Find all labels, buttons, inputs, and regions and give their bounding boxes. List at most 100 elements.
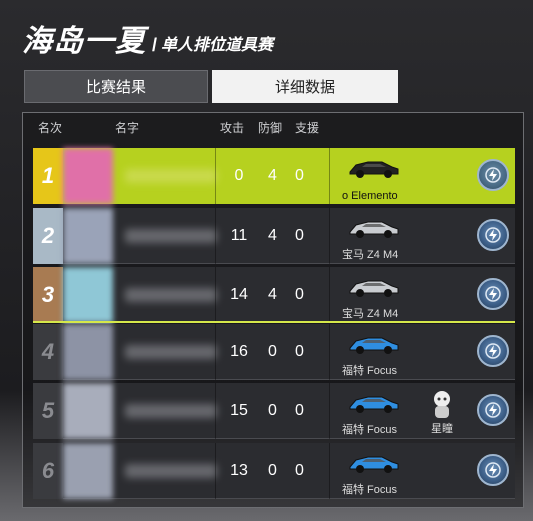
pet-name: 星瞳 [431,423,453,435]
player-name-obscured [125,344,217,359]
rank-badge: 5 [33,382,63,439]
table-row[interactable]: 2 11 4 0 宝马 Z4 M4 [33,207,515,264]
car-icon [349,456,399,473]
column-divider [215,148,216,204]
rank-badge: 6 [33,442,63,499]
defense-value: 4 [268,227,277,244]
column-divider [329,383,330,439]
defense-value: 0 [268,462,277,479]
avatar[interactable] [63,323,113,380]
mode-subtitle: 单人排位道具赛 [161,37,274,54]
support-value: 0 [295,167,304,184]
tab-detailed-data[interactable]: 详细数据 [212,70,398,103]
stats-group: 15 0 0 [219,383,313,439]
tab-match-result[interactable]: 比赛结果 [24,70,208,103]
car-icon [349,337,399,354]
car-icon [349,161,399,178]
lightning-boost-icon[interactable] [477,454,509,486]
column-divider [329,267,330,323]
rank-badge: 1 [33,148,63,204]
stats-group: 0 4 0 [219,148,313,204]
avatar[interactable] [63,442,113,499]
avatar[interactable] [63,148,113,204]
stats-group: 14 4 0 [219,267,313,323]
support-value: 0 [295,402,304,419]
tab-bar: 比赛结果 详细数据 [24,70,398,103]
lightning-boost-icon[interactable] [477,335,509,367]
car-name: 福特 Focus [342,484,398,496]
car-icon [349,221,399,238]
car-name: 宝马 Z4 M4 [342,249,399,261]
defense-value: 0 [268,343,277,360]
car-cell: 福特 Focus [336,443,476,499]
support-value: 0 [295,343,304,360]
rank-badge: 3 [33,266,63,323]
attack-value: 11 [230,227,248,244]
table-row[interactable]: 4 16 0 0 福特 Focus [33,323,515,380]
stats-group: 16 0 0 [219,324,313,380]
player-name-obscured [125,287,217,302]
rank-badge: 2 [33,207,63,264]
page-title: 海岛一夏 / 单人排位道具赛 [22,26,273,58]
column-divider [215,383,216,439]
column-divider [329,208,330,264]
column-divider [329,148,330,204]
car-name: 福特 Focus [342,365,398,377]
column-divider [215,443,216,499]
avatar[interactable] [63,382,113,439]
player-name-obscured [125,463,217,478]
player-name-obscured [125,169,217,183]
avatar[interactable] [63,266,113,323]
car-cell: 宝马 Z4 M4 [336,267,476,323]
stats-group: 11 4 0 [219,208,313,264]
header-support: 支援 [295,121,320,135]
player-name-obscured [125,403,217,418]
car-name: 宝马 Z4 M4 [342,308,399,320]
attack-value: 0 [234,167,244,184]
avatar[interactable] [63,207,113,264]
header-defense: 防御 [258,121,283,135]
car-cell: 福特 Focus [336,324,476,380]
attack-value: 15 [230,402,248,419]
lightning-boost-icon[interactable] [477,394,509,426]
defense-value: 4 [268,167,277,184]
pet-avatar-icon [434,391,450,418]
top-three-divider [33,321,515,323]
title-separator: / [152,35,158,55]
table-row[interactable]: 1 0 4 0 o Elemento [33,148,515,204]
support-value: 0 [295,227,304,244]
defense-value: 4 [268,286,277,303]
attack-value: 13 [230,462,248,479]
table-row[interactable]: 5 15 0 0 福特 Focus 星瞳 [33,382,515,439]
table-row[interactable]: 3 14 4 0 宝马 Z4 M4 [33,266,515,323]
header-name: 名字 [115,121,140,135]
attack-value: 16 [230,343,248,360]
player-name-obscured [125,228,217,243]
table-row[interactable]: 6 13 0 0 福特 Focus [33,442,515,499]
car-icon [349,280,399,297]
column-divider [329,324,330,380]
car-cell: 福特 Focus [336,383,476,439]
mode-title: 海岛一夏 [22,25,146,58]
column-divider [215,267,216,323]
header-attack: 攻击 [220,121,245,135]
car-name: o Elemento [342,190,398,202]
lightning-boost-icon[interactable] [477,219,509,251]
column-divider [329,443,330,499]
column-divider [215,324,216,380]
lightning-boost-icon[interactable] [477,278,509,310]
results-panel: 名次 名字 攻击 防御 支援 1 0 4 0 o Elemento 2 11 4 0 宝马 Z4 … [22,112,524,508]
car-name: 福特 Focus [342,424,398,436]
lightning-boost-icon[interactable] [477,159,509,191]
attack-value: 14 [230,286,248,303]
header-rank: 名次 [38,121,63,135]
car-cell: o Elemento [336,148,476,204]
support-value: 0 [295,462,304,479]
rank-badge: 4 [33,323,63,380]
car-icon [349,396,399,413]
car-cell: 宝马 Z4 M4 [336,208,476,264]
stats-group: 13 0 0 [219,443,313,499]
column-divider [215,208,216,264]
defense-value: 0 [268,402,277,419]
support-value: 0 [295,286,304,303]
